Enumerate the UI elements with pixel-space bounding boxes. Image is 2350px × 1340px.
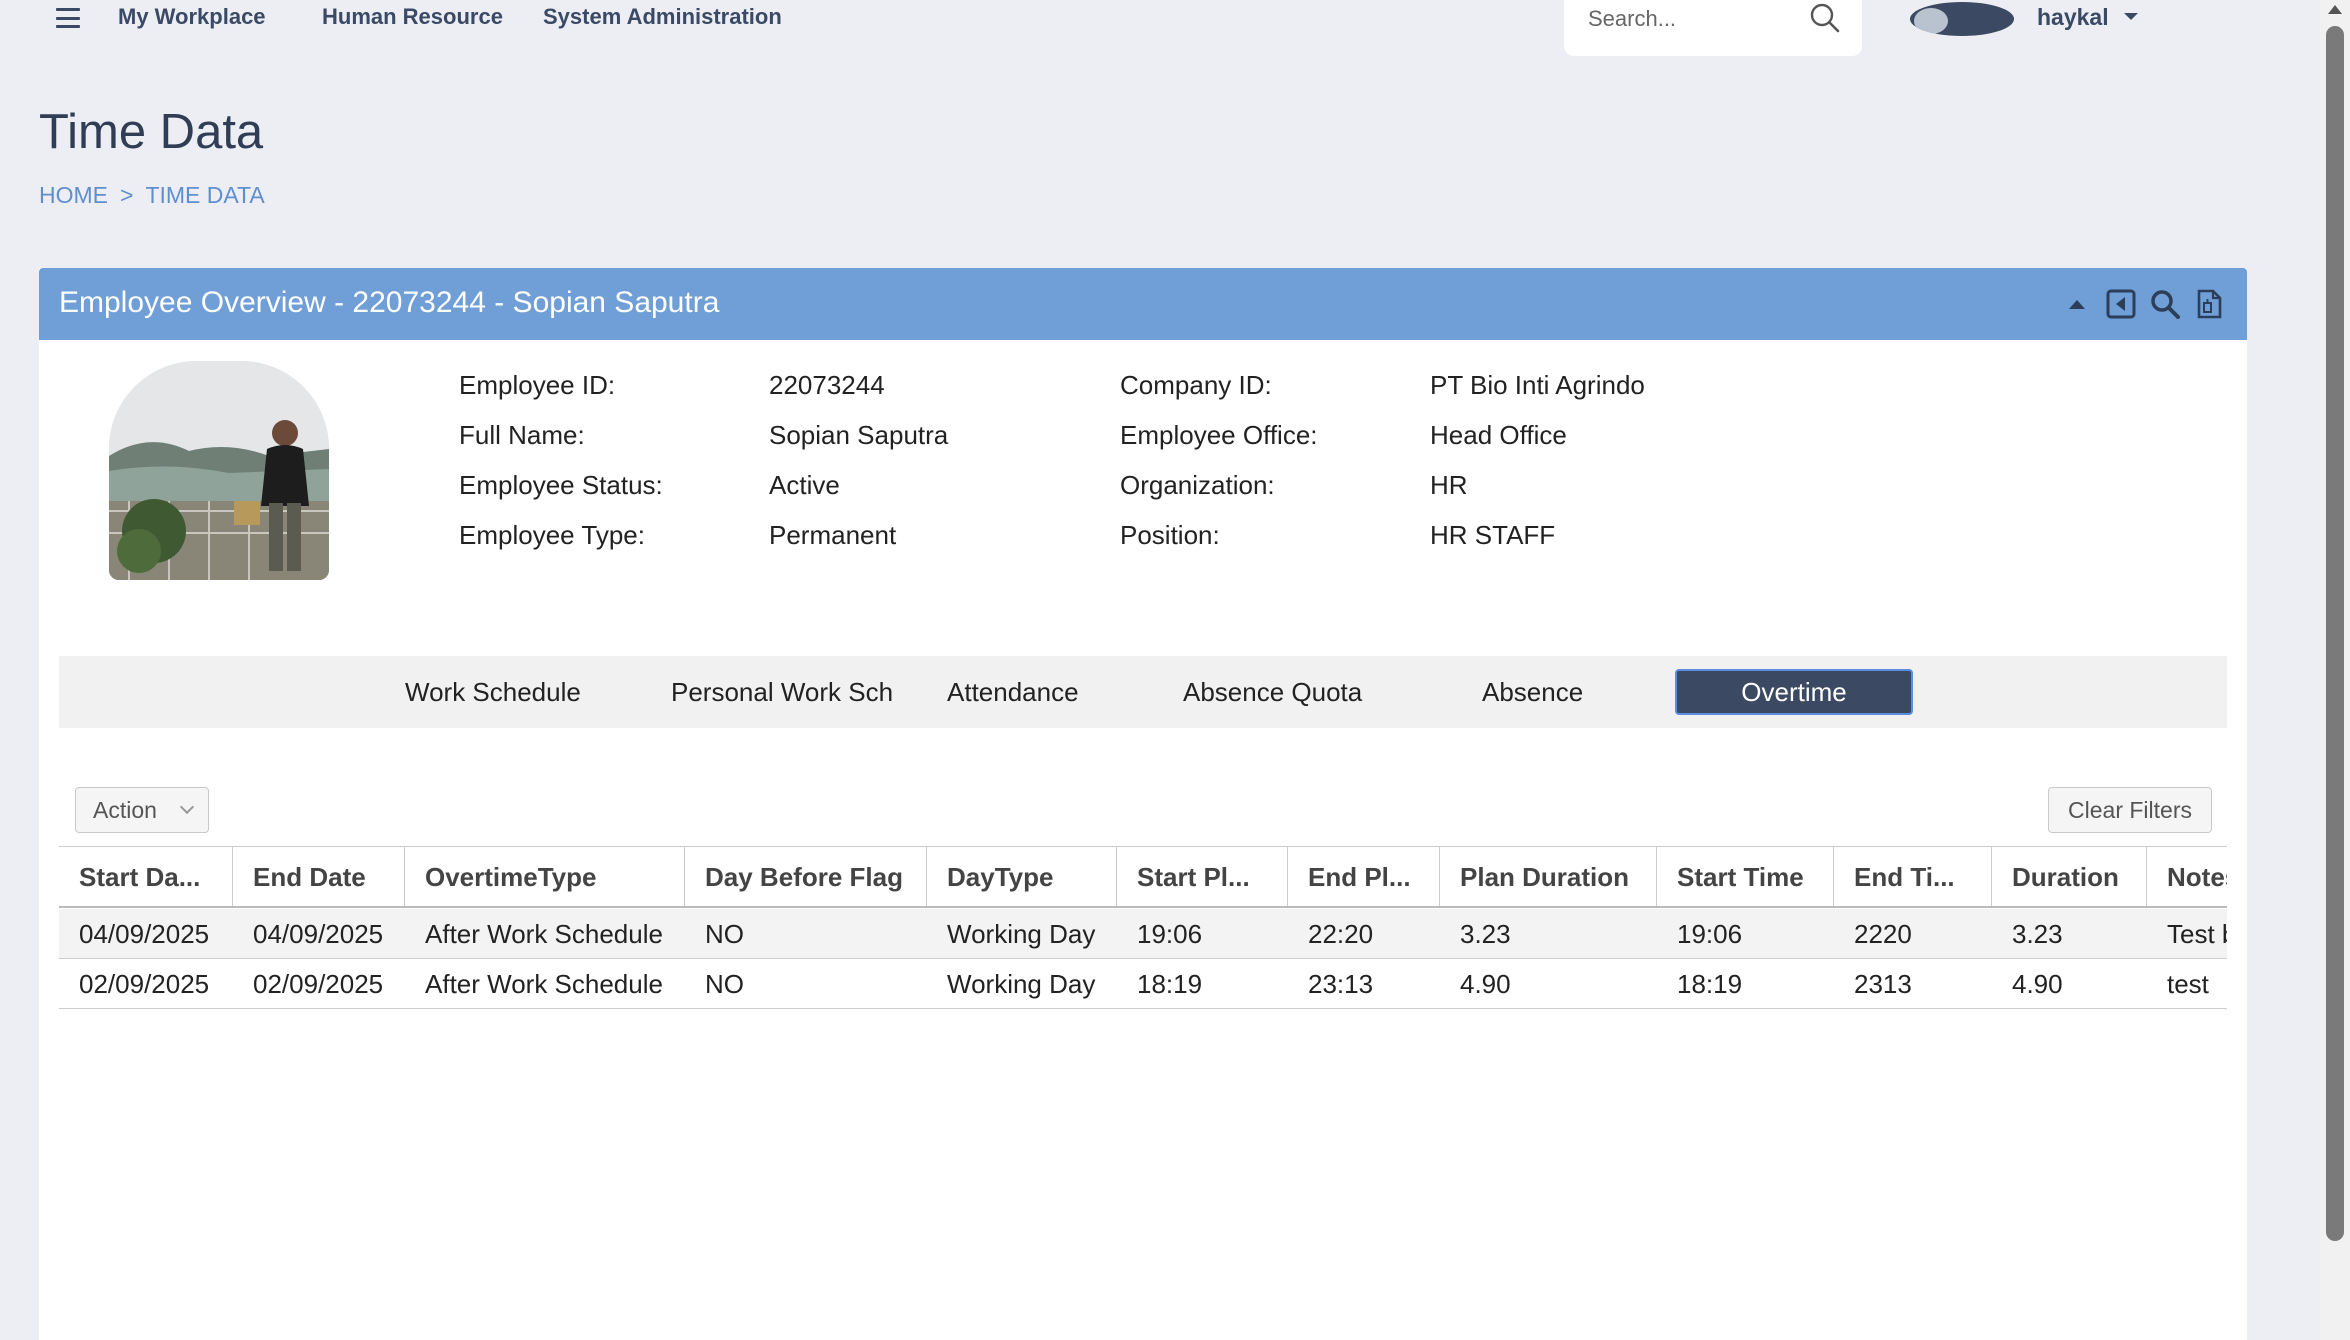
chevron-down-icon — [179, 799, 195, 815]
employee-type-value: Permanent — [769, 520, 897, 550]
employee-photo-illustration — [109, 361, 329, 580]
export-document-icon[interactable] — [2193, 288, 2225, 320]
column-header[interactable]: Start Da... — [59, 847, 233, 906]
table-cell: 19:06 — [1137, 919, 1203, 949]
column-header[interactable]: Start Time — [1657, 847, 1834, 906]
overtime-table: Start Da... End Date OvertimeType Day Be… — [59, 846, 2227, 1010]
breadcrumb-home[interactable]: HOME — [39, 182, 108, 208]
full-name-label: Full Name: — [459, 420, 585, 450]
position-label: Position: — [1120, 520, 1220, 550]
employee-status-value: Active — [769, 470, 840, 500]
caret-down-icon[interactable] — [2124, 13, 2138, 20]
hamburger-icon[interactable] — [56, 8, 80, 28]
nav-human-resource[interactable]: Human Resource — [322, 4, 503, 30]
organization-value: HR — [1430, 470, 1468, 500]
table-cell: 2220 — [1854, 919, 1912, 949]
table-cell: NO — [705, 919, 744, 949]
tab-overtime[interactable]: Overtime — [1675, 669, 1913, 715]
search-input[interactable] — [1588, 2, 1798, 36]
table-cell: 19:06 — [1677, 919, 1743, 949]
column-header[interactable]: Notes — [2147, 847, 2227, 906]
employee-office-value: Head Office — [1430, 420, 1567, 450]
column-header[interactable]: Start Pl... — [1117, 847, 1288, 906]
table-cell: Working Day — [947, 919, 1096, 949]
column-header[interactable]: OvertimeType — [405, 847, 685, 906]
breadcrumb-separator: > — [120, 182, 134, 208]
action-label: Action — [93, 797, 157, 823]
breadcrumb: HOME > TIME DATA — [39, 182, 265, 209]
page-title: Time Data — [39, 105, 264, 159]
tab-personal-work-schedule[interactable]: Personal Work Sch — [671, 656, 893, 728]
employee-overview-panel: Employee Overview - 22073244 - Sopian Sa… — [39, 268, 2247, 1340]
table-cell: 22:20 — [1308, 919, 1374, 949]
column-header[interactable]: End Ti... — [1834, 847, 1992, 906]
scrollbar-thumb[interactable] — [2326, 26, 2344, 1241]
table-cell: 02/09/2025 — [79, 969, 210, 999]
page-scrollbar[interactable] — [2320, 0, 2350, 1340]
table-row[interactable]: 04/09/2025 04/09/2025 After Work Schedul… — [59, 909, 2227, 959]
company-id-value: PT Bio Inti Agrindo — [1430, 370, 1645, 400]
table-cell: 02/09/2025 — [253, 969, 384, 999]
breadcrumb-time-data[interactable]: TIME DATA — [145, 182, 264, 208]
table-cell: After Work Schedule — [425, 919, 663, 949]
table-row[interactable]: 02/09/2025 02/09/2025 After Work Schedul… — [59, 959, 2227, 1009]
tab-absence[interactable]: Absence — [1482, 656, 1583, 728]
panel-header: Employee Overview - 22073244 - Sopian Sa… — [39, 268, 2247, 340]
column-header[interactable]: DayType — [927, 847, 1117, 906]
column-header[interactable]: Plan Duration — [1440, 847, 1657, 906]
table-header-row: Start Da... End Date OvertimeType Day Be… — [59, 846, 2227, 908]
nav-system-administration[interactable]: System Administration — [543, 4, 782, 30]
clear-filters-button[interactable]: Clear Filters — [2048, 787, 2212, 833]
top-nav: My Workplace Human Resource System Admin… — [0, 0, 2320, 56]
employee-id-label: Employee ID: — [459, 370, 616, 400]
table-cell: Working Day — [947, 969, 1096, 999]
table-cell: 2313 — [1854, 969, 1912, 999]
table-cell: 23:13 — [1308, 969, 1374, 999]
table-cell: 3.23 — [2012, 919, 2063, 949]
company-id-label: Company ID: — [1120, 370, 1272, 400]
user-name[interactable]: haykal — [2037, 4, 2109, 31]
position-value: HR STAFF — [1430, 520, 1556, 550]
panel-title: Employee Overview - 22073244 - Sopian Sa… — [59, 286, 720, 319]
table-cell: 18:19 — [1137, 969, 1203, 999]
table-cell: 4.90 — [2012, 969, 2063, 999]
scroll-up-arrow-icon[interactable] — [2328, 5, 2342, 14]
table-cell: NO — [705, 969, 744, 999]
search-icon[interactable] — [2149, 288, 2181, 320]
tab-work-schedule[interactable]: Work Schedule — [405, 656, 581, 728]
search-icon[interactable] — [1807, 0, 1843, 36]
column-header[interactable]: End Pl... — [1288, 847, 1440, 906]
user-avatar[interactable] — [1910, 2, 2014, 36]
employee-type-label: Employee Type: — [459, 520, 645, 550]
table-cell: 4.90 — [1460, 969, 1511, 999]
search-box — [1564, 0, 1862, 56]
employee-office-label: Employee Office: — [1120, 420, 1318, 450]
table-cell: 04/09/2025 — [253, 919, 384, 949]
organization-label: Organization: — [1120, 470, 1275, 500]
column-header[interactable]: Day Before Flag — [685, 847, 927, 906]
nav-my-workplace[interactable]: My Workplace — [118, 4, 266, 30]
action-dropdown[interactable]: Action — [75, 787, 209, 833]
table-cell: 3.23 — [1460, 919, 1511, 949]
full-name-value: Sopian Saputra — [769, 420, 949, 450]
column-header[interactable]: Duration — [1992, 847, 2147, 906]
table-cell: 18:19 — [1677, 969, 1743, 999]
tab-bar: Work Schedule Personal Work Sch Attendan… — [59, 656, 2227, 728]
tab-absence-quota[interactable]: Absence Quota — [1183, 656, 1362, 728]
column-header[interactable]: End Date — [233, 847, 405, 906]
table-cell: After Work Schedule — [425, 969, 663, 999]
employee-photo — [109, 361, 329, 580]
table-cell: Test b — [2167, 919, 2227, 949]
table-cell: 04/09/2025 — [79, 919, 210, 949]
collapse-up-icon[interactable] — [2061, 288, 2093, 320]
employee-id-value: 22073244 — [769, 370, 885, 400]
employee-status-label: Employee Status: — [459, 470, 663, 500]
table-cell: test — [2167, 969, 2209, 999]
back-icon[interactable] — [2105, 288, 2137, 320]
tab-attendance[interactable]: Attendance — [947, 656, 1079, 728]
